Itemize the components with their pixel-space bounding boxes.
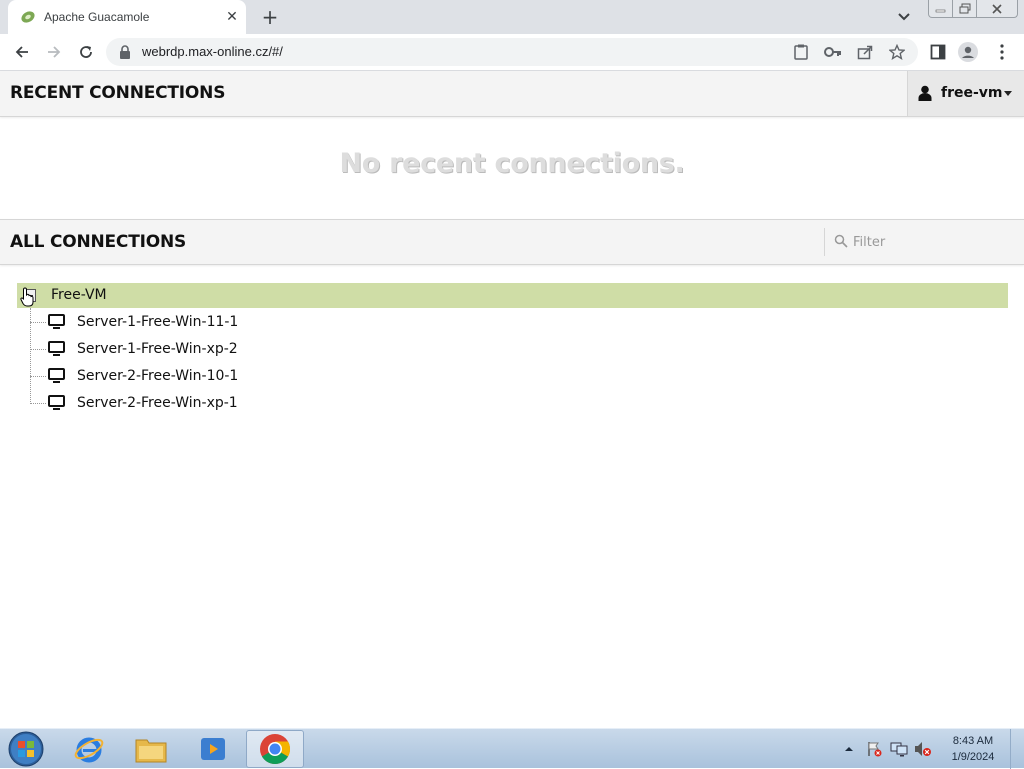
tab-title: Apache Guacamole xyxy=(44,10,150,24)
all-connections-title: ALL CONNECTIONS xyxy=(10,232,187,252)
star-icon[interactable] xyxy=(888,43,906,61)
tab-strip: Apache Guacamole ✕ + xyxy=(0,0,1024,34)
user-icon xyxy=(918,85,932,101)
restore-window-button[interactable] xyxy=(952,0,977,18)
all-connections-header: ALL CONNECTIONS xyxy=(0,219,1024,265)
chevron-down-icon[interactable] xyxy=(894,8,914,26)
close-tab-icon[interactable]: ✕ xyxy=(224,9,240,25)
tab-guacamole[interactable]: Apache Guacamole ✕ xyxy=(8,0,246,34)
no-recent-connections-message: No recent connections. xyxy=(339,148,685,179)
clock-date: 1/9/2024 xyxy=(951,751,995,763)
search-icon xyxy=(834,234,848,248)
connection-row[interactable]: Server-1-Free-Win-11-1 xyxy=(30,309,530,336)
monitor-icon xyxy=(48,395,65,410)
start-button-icon[interactable] xyxy=(6,730,46,768)
filter-box xyxy=(824,228,1024,256)
connection-name[interactable]: Server-2-Free-Win-10-1 xyxy=(77,368,238,384)
show-desktop-button[interactable] xyxy=(1010,729,1024,769)
volume-muted-icon[interactable] xyxy=(914,729,932,769)
more-vert-icon[interactable] xyxy=(992,42,1012,62)
reload-icon[interactable] xyxy=(74,40,98,64)
caret-down-icon xyxy=(1004,91,1012,96)
connection-group-name[interactable]: Free-VM xyxy=(51,287,107,303)
plus-icon[interactable]: + xyxy=(258,6,282,30)
lock-icon[interactable] xyxy=(119,45,131,59)
clock-time: 8:43 AM xyxy=(952,735,994,747)
connection-row[interactable]: Server-1-Free-Win-xp-2 xyxy=(30,336,530,363)
connection-group-row[interactable]: Free-VM xyxy=(17,283,1008,308)
network-icon[interactable] xyxy=(890,729,908,769)
share-icon[interactable] xyxy=(856,43,874,61)
minimize-window-button[interactable] xyxy=(928,0,953,18)
profile-icon[interactable] xyxy=(958,42,978,62)
connection-name[interactable]: Server-1-Free-Win-xp-2 xyxy=(77,341,238,357)
clipboard-icon[interactable] xyxy=(792,43,810,61)
file-explorer-icon[interactable] xyxy=(122,730,180,768)
user-menu-button[interactable]: free-vm xyxy=(907,71,1024,116)
address-bar[interactable]: webrdp.max-online.cz/#/ xyxy=(106,38,918,66)
recent-connections-header: RECENT CONNECTIONS free-vm xyxy=(0,71,1024,117)
monitor-icon xyxy=(48,341,65,356)
hand-cursor-icon xyxy=(20,287,34,307)
windows-taskbar: 8:43 AM 1/9/2024 xyxy=(0,728,1024,769)
connection-row[interactable]: Server-2-Free-Win-10-1 xyxy=(30,363,530,390)
tray-overflow-icon[interactable] xyxy=(844,729,854,769)
guacamole-leaf-icon xyxy=(21,11,35,23)
connection-name[interactable]: Server-1-Free-Win-11-1 xyxy=(77,314,238,330)
chrome-icon[interactable] xyxy=(246,730,304,768)
close-window-button[interactable] xyxy=(976,0,1018,18)
url-text: webrdp.max-online.cz/#/ xyxy=(142,44,283,59)
action-center-icon[interactable] xyxy=(866,729,882,769)
forward-icon[interactable] xyxy=(42,40,66,64)
monitor-icon xyxy=(48,368,65,383)
taskbar-clock[interactable]: 8:43 AM 1/9/2024 xyxy=(940,733,1006,765)
browser-toolbar: webrdp.max-online.cz/#/ xyxy=(0,34,1024,71)
key-icon[interactable] xyxy=(824,43,842,61)
username: free-vm xyxy=(941,85,1003,101)
back-icon[interactable] xyxy=(10,40,34,64)
connection-row[interactable]: Server-2-Free-Win-xp-1 xyxy=(30,390,530,417)
filter-input[interactable] xyxy=(853,231,1018,253)
monitor-icon xyxy=(48,314,65,329)
recent-connections-title: RECENT CONNECTIONS xyxy=(10,83,226,103)
internet-explorer-icon[interactable] xyxy=(60,730,118,768)
connection-name[interactable]: Server-2-Free-Win-xp-1 xyxy=(77,395,238,411)
side-panel-icon[interactable] xyxy=(928,42,948,62)
media-player-icon[interactable] xyxy=(184,730,242,768)
